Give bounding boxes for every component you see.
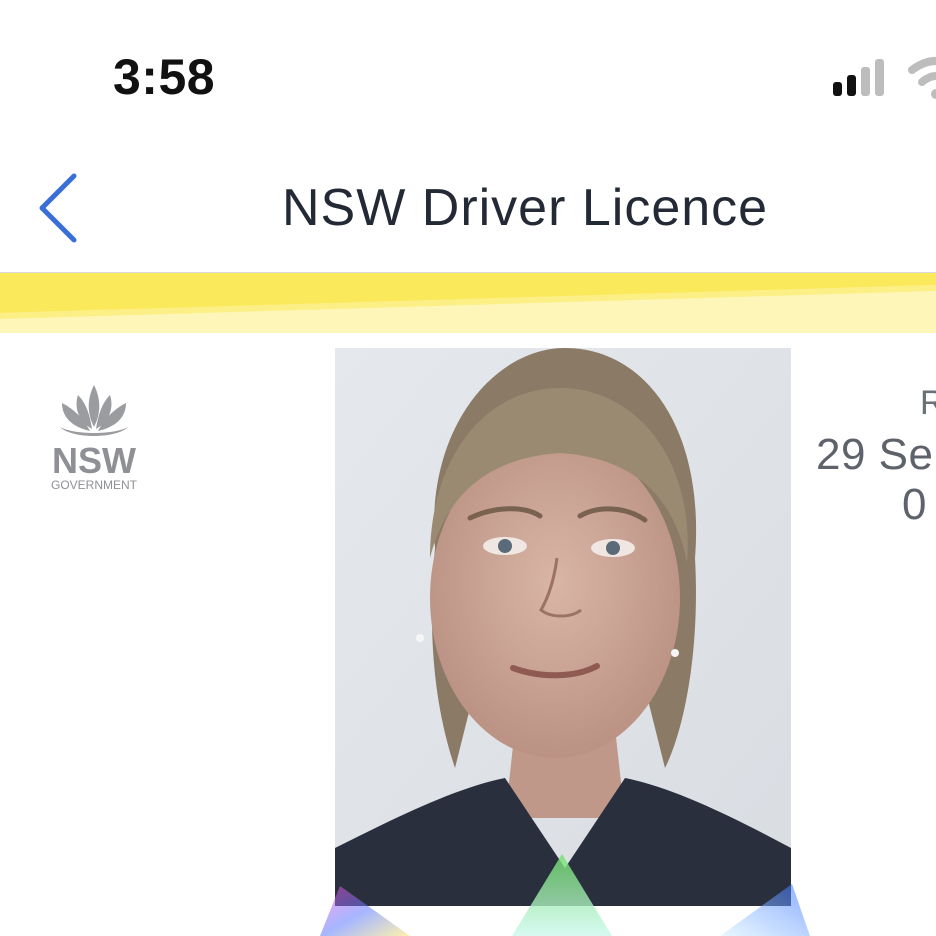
licence-photo xyxy=(335,348,791,906)
licence-detail-label: R xyxy=(920,384,936,422)
cellular-signal-icon xyxy=(833,59,884,96)
svg-text:NSW: NSW xyxy=(52,440,136,481)
hologram-effect xyxy=(320,854,810,936)
licence-detail-date: 29 Se xyxy=(816,430,934,479)
page-title: NSW Driver Licence xyxy=(282,179,769,237)
status-time: 3:58 xyxy=(113,49,216,105)
navigation-bar: NSW Driver Licence xyxy=(0,150,936,272)
nsw-government-logo: NSW GOVERNMENT xyxy=(51,385,138,492)
wifi-icon xyxy=(908,57,936,99)
licence-detail-value: 0 xyxy=(902,480,927,529)
status-bar: 3:58 xyxy=(0,0,936,150)
licence-header-band xyxy=(0,273,936,333)
svg-text:GOVERNMENT: GOVERNMENT xyxy=(51,478,138,492)
